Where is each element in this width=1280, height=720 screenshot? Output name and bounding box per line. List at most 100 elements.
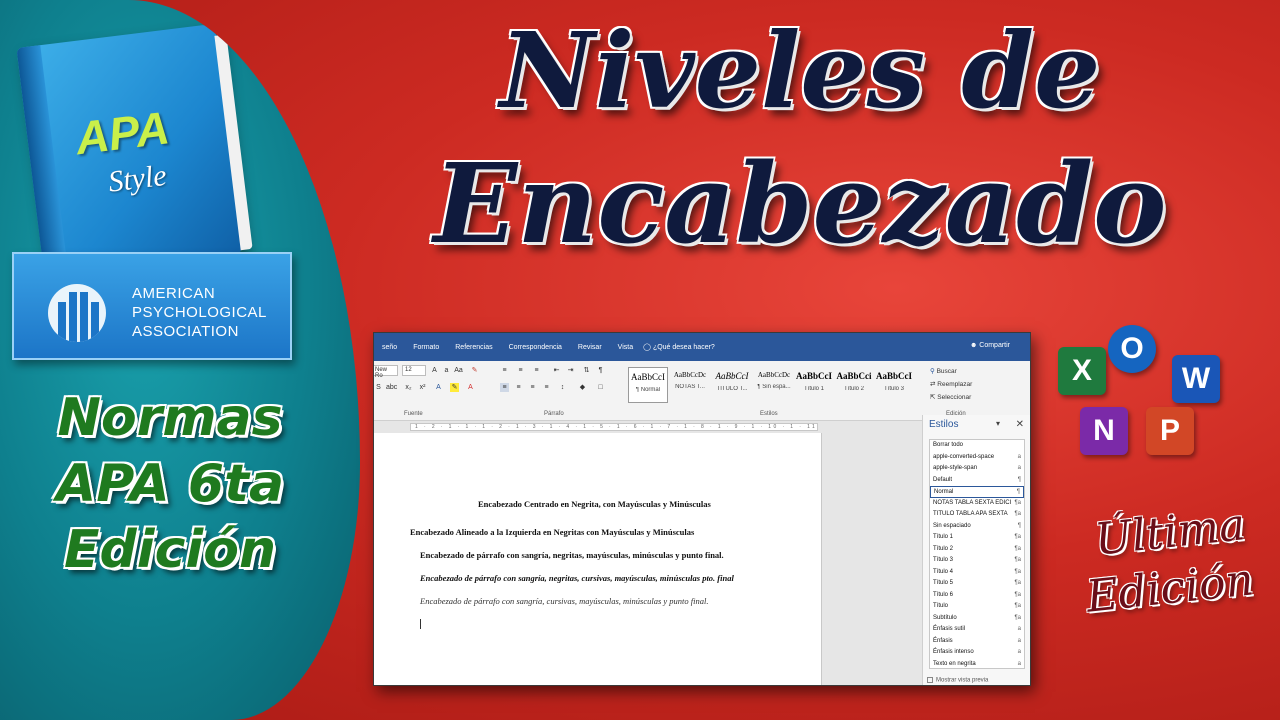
align-right-icon[interactable]: ≡ [528,383,537,392]
sort-icon[interactable]: ⇅ [582,366,591,375]
style-list-item[interactable]: TITULO TABLA APA SEXTA ¶a [930,509,1024,521]
decrease-indent-icon[interactable]: ⇤ [552,366,561,375]
style-titulo-3[interactable]: AaBbCcI Título 3 [874,367,914,403]
tab-formato[interactable]: Formato [405,344,439,351]
styles-pane: Estilos ▾ ✕ Borrar todo apple-converted-s… [922,415,1030,685]
style-titulo-2[interactable]: AaBbCci Título 2 [834,367,874,403]
main-title: Niveles de Encabezado [433,9,1167,268]
subscript-icon[interactable]: x₂ [404,383,413,392]
style-list-item[interactable]: Énfasis a [930,636,1024,648]
heading-level-3: Encabezado de párrafo con sangría, negri… [420,550,724,560]
styles-pane-header: Estilos ▾ ✕ [923,415,1030,435]
style-type-mark: ¶a [1014,591,1021,598]
grow-font-icon[interactable]: A [430,366,439,375]
style-list-item[interactable]: Normal ¶ [930,486,1024,498]
style-list-item[interactable]: apple-style-span a [930,463,1024,475]
style-list-item[interactable]: apple-converted-space a [930,452,1024,464]
style-list-item-name: Énfasis [933,637,953,644]
style-list-item[interactable]: Título 5 ¶a [930,578,1024,590]
style-list-item[interactable]: Énfasis intenso a [930,647,1024,659]
ribbon-tabs: seño Formato Referencias Correspondencia… [374,333,1030,361]
numbering-icon[interactable]: ≡ [516,366,525,375]
style-list-item[interactable]: NOTAS TABLA SEXTA EDICI ¶a [930,498,1024,510]
style-titulo-1[interactable]: AaBbCcI Título 1 [794,367,834,403]
style-type-mark: ¶a [1014,545,1021,552]
style-type-mark: a [1017,453,1021,460]
borders-icon[interactable]: □ [596,383,605,392]
tab-diseno[interactable]: seño [374,344,397,351]
excel-icon: X [1058,347,1106,395]
normas-apa-heading: Normas APA 6ta Edición [55,388,285,580]
underline-icon[interactable]: S [374,383,383,392]
tab-correspondencia[interactable]: Correspondencia [501,344,562,351]
font-color-icon[interactable]: A [466,383,475,392]
bullets-icon[interactable]: ≡ [500,366,509,375]
style-list-item[interactable]: Título 3 ¶a [930,555,1024,567]
document-page[interactable]: Encabezado Centrado en Negrita, con Mayú… [374,433,822,685]
justify-icon[interactable]: ≡ [542,383,551,392]
close-icon[interactable]: ✕ [1016,419,1024,430]
word-window: seño Formato Referencias Correspondencia… [373,332,1031,686]
style-titulo-tabla[interactable]: AaBbCcI TITULO T... [712,367,752,403]
heading-level-5: Encabezado de párrafo con sangría, cursi… [420,596,709,606]
highlight-icon[interactable]: ✎ [450,383,459,392]
outlook-icon: O [1108,325,1156,373]
show-marks-icon[interactable]: ¶ [596,366,605,375]
replace-icon: ⇄ [930,381,936,388]
select-icon: ⇱ [930,394,936,401]
select-button[interactable]: ⇱ Seleccionar [930,393,971,401]
style-list-item[interactable]: Default ¶ [930,475,1024,487]
style-list-item[interactable]: Título 1 ¶a [930,532,1024,544]
align-left-icon[interactable]: ≡ [500,383,509,392]
style-list-item-name: apple-style-span [933,465,978,471]
text-effects-icon[interactable]: A [434,383,443,392]
preview-toggle[interactable]: Mostrar vista previa [927,677,988,684]
tab-vista[interactable]: Vista [610,344,633,351]
style-list-item[interactable]: Título ¶a [930,601,1024,613]
style-list-item-name: Borrar todo [933,442,964,448]
tab-referencias[interactable]: Referencias [447,344,492,351]
share-button[interactable]: ☻ Compartir [962,342,1010,349]
line-spacing-icon[interactable]: ↕ [558,383,567,392]
style-list-item-name: Título 4 [933,568,954,575]
style-sin-espaciado[interactable]: AaBbCcDc ¶ Sin espa... [754,367,794,403]
style-list-item[interactable]: Borrar todo [930,440,1024,452]
text-cursor [420,619,421,629]
tell-me-input[interactable]: ¿Qué desea hacer? [653,344,715,351]
clear-format-icon[interactable]: ✎ [470,366,479,375]
apa-association-badge: AMERICAN PSYCHOLOGICAL ASSOCIATION [12,252,292,360]
style-list-item[interactable]: Título 4 ¶a [930,567,1024,579]
style-normal[interactable]: AaBbCcI ¶ Normal [628,367,668,403]
style-list-item-name: apple-converted-space [933,453,995,460]
style-list-item[interactable]: Título 2 ¶a [930,544,1024,556]
style-type-mark: ¶ [1016,489,1020,495]
ruler-bar[interactable]: 1 · 2 · 1 · 1 · 1 · 2 · 1 · 3 · 1 · 4 · … [410,423,818,431]
replace-button[interactable]: ⇄ Reemplazar [930,380,972,388]
tab-revisar[interactable]: Revisar [570,344,602,351]
shading-icon[interactable]: ◆ [578,383,587,392]
chevron-down-icon[interactable]: ▾ [996,419,1000,428]
style-list-item[interactable]: Énfasis sutil a [930,624,1024,636]
style-type-mark: ¶a [1014,614,1021,621]
style-list-item[interactable]: Texto en negrita a [930,659,1024,671]
preview-checkbox[interactable] [927,677,933,683]
multilevel-list-icon[interactable]: ≡ [532,366,541,375]
style-list-item[interactable]: Sin espaciado ¶ [930,521,1024,533]
superscript-icon[interactable]: x² [418,383,427,392]
style-list-item-name: Título 1 [933,534,954,540]
strikethrough-icon[interactable]: abc [386,383,397,392]
apa-book-icon: APA Style [16,23,253,282]
heading-level-4: Encabezado de párrafo con sangría, negri… [420,573,734,583]
increase-indent-icon[interactable]: ⇥ [566,366,575,375]
change-case-icon[interactable]: Aa [454,366,463,375]
style-notas[interactable]: AaBbCcDc NOTAS T... [670,367,710,403]
find-button[interactable]: ⚲ Buscar [930,367,957,375]
font-size-select[interactable]: 12 [402,365,426,376]
style-list-item-name: NOTAS TABLA SEXTA EDICI [933,499,1012,506]
align-center-icon[interactable]: ≡ [514,383,523,392]
style-list-item[interactable]: Subtítulo ¶a [930,613,1024,625]
shrink-font-icon[interactable]: a [442,366,451,375]
style-type-mark: ¶a [1014,568,1021,575]
font-name-select[interactable]: New Ro [374,365,398,379]
style-list-item[interactable]: Título 6 ¶a [930,590,1024,602]
